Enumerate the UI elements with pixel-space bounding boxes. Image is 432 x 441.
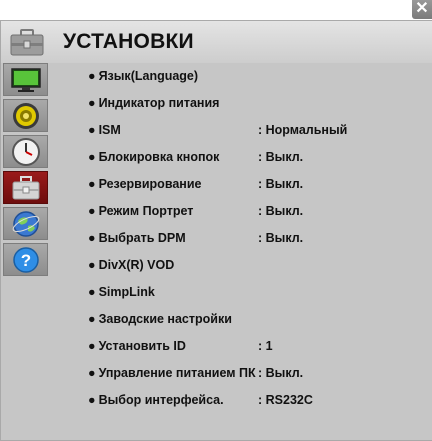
menu-item-key-lock[interactable]: ● Блокировка кнопок: Выкл. xyxy=(88,144,428,171)
menu-item-pc-power-management[interactable]: ● Управление питанием ПК: Выкл. xyxy=(88,360,428,387)
item-label: Резервирование xyxy=(98,177,202,191)
item-label: Установить ID xyxy=(98,339,186,353)
menu-item-factory-reset[interactable]: ● Заводские настройки xyxy=(88,306,428,333)
page-title: УСТАНОВКИ xyxy=(63,30,194,53)
sidebar-item-network[interactable] xyxy=(3,207,48,240)
menu-item-ism[interactable]: ● ISM: Нормальный xyxy=(88,117,428,144)
picture-icon xyxy=(10,67,41,92)
help-icon: ? xyxy=(12,246,39,273)
item-label: Заводские настройки xyxy=(98,312,232,326)
menu-header: УСТАНОВКИ xyxy=(1,21,432,63)
item-label: DivX(R) VOD xyxy=(98,258,175,272)
item-value: : Выкл. xyxy=(258,150,304,164)
menu-item-power-indicator[interactable]: ● Индикатор питания xyxy=(88,90,428,117)
settings-menu-window: УСТАНОВКИ ? ● Язык(Language) ● Индикатор… xyxy=(0,20,432,441)
item-label: ISM xyxy=(98,123,121,137)
item-value: : Выкл. xyxy=(258,204,304,218)
item-label: Индикатор питания xyxy=(98,96,220,110)
menu-item-backup[interactable]: ● Резервирование: Выкл. xyxy=(88,171,428,198)
item-value: : Выкл. xyxy=(258,366,304,380)
sidebar-item-picture[interactable] xyxy=(3,63,48,96)
audio-icon xyxy=(12,102,39,129)
menu-item-interface-select[interactable]: ● Выбор интерфейса.: RS232C xyxy=(88,387,428,414)
menu-item-set-id[interactable]: ● Установить ID: 1 xyxy=(88,333,428,360)
item-label: Выбрать DPM xyxy=(98,231,186,245)
sidebar-item-time[interactable] xyxy=(3,135,48,168)
item-label: Режим Портрет xyxy=(98,204,194,218)
settings-toolbox-icon xyxy=(12,175,39,199)
menu-item-divx-vod[interactable]: ● DivX(R) VOD xyxy=(88,252,428,279)
item-label: Язык(Language) xyxy=(98,69,199,83)
menu-item-portrait-mode[interactable]: ● Режим Портрет: Выкл. xyxy=(88,198,428,225)
menu-item-language[interactable]: ● Язык(Language) xyxy=(88,63,428,90)
sidebar-item-settings[interactable] xyxy=(3,171,48,204)
menu-item-dpm-select[interactable]: ● Выбрать DPM: Выкл. xyxy=(88,225,428,252)
item-value: : 1 xyxy=(258,339,273,353)
toolbox-icon xyxy=(10,29,44,56)
item-label: SimpLink xyxy=(98,285,155,299)
sidebar-item-audio[interactable] xyxy=(3,99,48,132)
item-value: : Нормальный xyxy=(258,123,348,137)
menu-item-simplink[interactable]: ● SimpLink xyxy=(88,279,428,306)
close-button[interactable]: ✕ xyxy=(412,0,432,19)
item-value: : RS232C xyxy=(258,393,313,407)
item-label: Выбор интерфейса. xyxy=(98,393,224,407)
clock-icon xyxy=(11,137,40,166)
network-globe-icon xyxy=(12,210,39,237)
sidebar-item-help[interactable]: ? xyxy=(3,243,48,276)
item-label: Управление питанием ПК xyxy=(98,366,256,380)
item-value: : Выкл. xyxy=(258,177,304,191)
svg-text:?: ? xyxy=(20,251,30,270)
category-sidebar: ? xyxy=(1,63,50,279)
settings-list: ● Язык(Language) ● Индикатор питания ● ISM:… xyxy=(88,63,428,414)
item-value: : Выкл. xyxy=(258,231,304,245)
item-label: Блокировка кнопок xyxy=(98,150,220,164)
close-icon: ✕ xyxy=(415,0,429,17)
